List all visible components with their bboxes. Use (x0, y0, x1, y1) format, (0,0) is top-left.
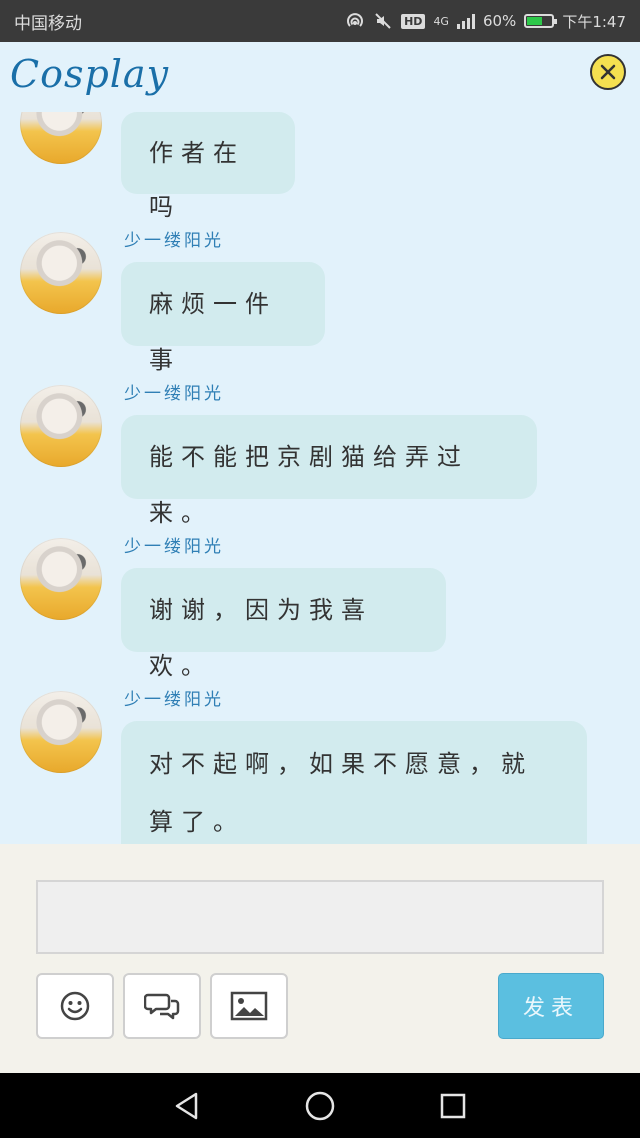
close-button[interactable] (590, 54, 626, 90)
chat-area[interactable]: 作者在吗 少一缕阳光 麻烦一件事 少一缕阳光 能不能把京剧猫给弄过来。 少一缕阳… (0, 112, 640, 844)
battery-icon (524, 14, 558, 28)
status-bar: 中国移动 HD 4G 60% 下午1:47 (0, 0, 640, 42)
message-bubble: 麻烦一件事 (121, 262, 325, 374)
app-header: Cosplay (0, 42, 640, 112)
avatar[interactable] (20, 385, 102, 467)
hotspot-icon (345, 12, 365, 30)
send-button[interactable]: 发表 (498, 973, 604, 1039)
clock: 下午1:47 (562, 12, 626, 31)
network-type-label: 4G (433, 14, 449, 28)
signal-icon (456, 13, 475, 29)
message-bubble: 能不能把京剧猫给弄过来。 (121, 415, 537, 527)
avatar[interactable] (20, 232, 102, 314)
status-icons: HD 4G 60% 下午1:47 (345, 11, 626, 32)
quick-reply-button[interactable] (123, 973, 201, 1039)
emoji-button[interactable] (36, 973, 114, 1039)
image-icon (230, 991, 268, 1021)
battery-percent: 60% (482, 12, 517, 30)
avatar[interactable] (20, 691, 102, 773)
sender-name: 少一缕阳光 (124, 690, 224, 710)
home-button[interactable] (300, 1086, 340, 1126)
avatar[interactable] (20, 112, 102, 164)
page-title: Cosplay (10, 52, 170, 96)
message-input[interactable] (36, 880, 604, 954)
hd-badge: HD (401, 13, 426, 29)
home-circle-icon (305, 1091, 335, 1120)
recents-square-icon (441, 1093, 466, 1118)
avatar[interactable] (20, 538, 102, 620)
sender-name: 少一缕阳光 (124, 231, 224, 251)
emoji-icon (60, 991, 90, 1021)
chat-bubbles-icon (144, 993, 180, 1020)
sender-name: 少一缕阳光 (124, 384, 224, 404)
back-triangle-icon (175, 1092, 197, 1119)
back-button[interactable] (167, 1086, 207, 1126)
system-nav-bar (0, 1073, 640, 1138)
image-button[interactable] (210, 973, 288, 1039)
message-bubble: 作者在吗 (121, 112, 295, 221)
recents-button[interactable] (433, 1086, 473, 1126)
close-circle-icon (600, 64, 616, 80)
input-panel: 发表 (0, 844, 640, 1073)
mute-icon (373, 12, 393, 30)
sender-name: 少一缕阳光 (124, 537, 224, 557)
message-bubble: 谢谢，因为我喜欢。 (121, 568, 446, 680)
message-bubble: 对不起啊，如果不愿意，就算了。 (121, 721, 587, 844)
carrier-label: 中国移动 (14, 13, 82, 34)
